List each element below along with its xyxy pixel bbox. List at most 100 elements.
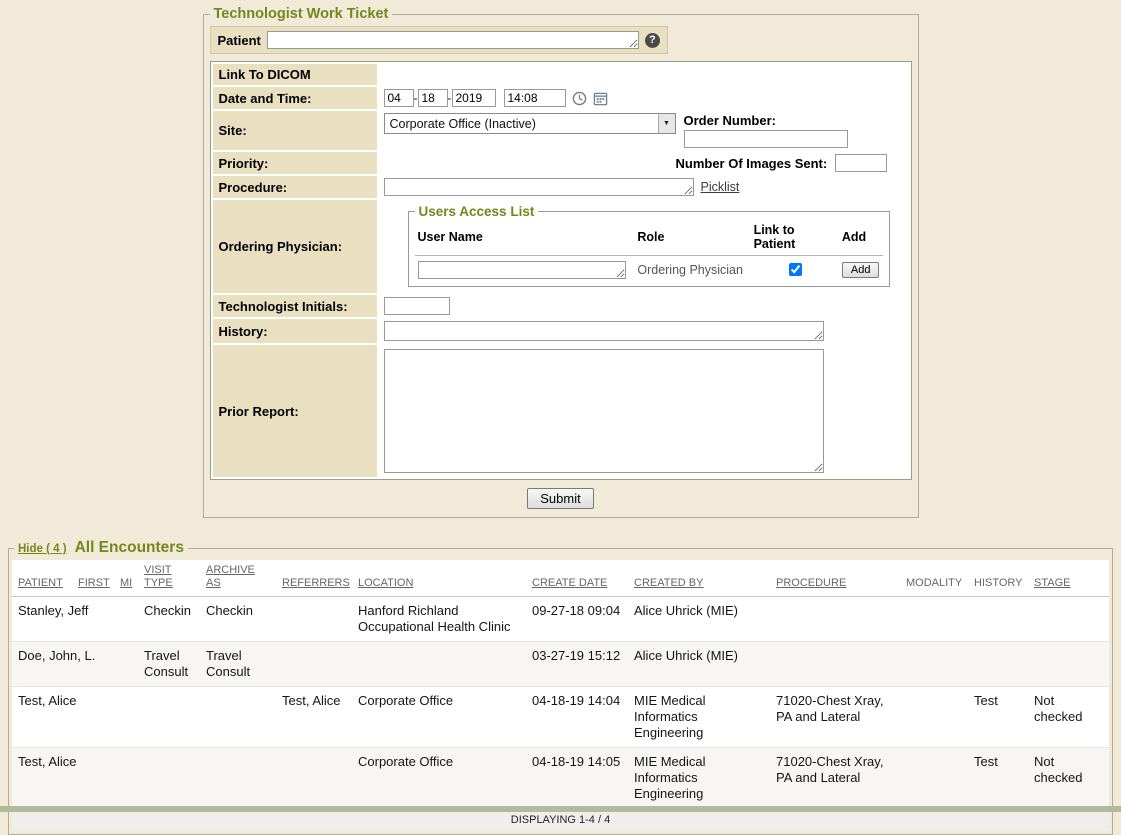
- col-location[interactable]: LOCATION: [352, 560, 526, 597]
- form-title: Technologist Work Ticket: [210, 6, 393, 22]
- cell-visit-type: [138, 748, 200, 809]
- ual-role-value: Ordering Physician: [634, 256, 750, 281]
- link-to-dicom-label: Link To DICOM: [213, 64, 377, 85]
- col-history: HISTORY: [968, 560, 1028, 597]
- technologist-initials-input[interactable]: [384, 297, 450, 315]
- order-number-label: Order Number:: [684, 113, 848, 128]
- time-input[interactable]: [504, 89, 566, 107]
- row-technologist-initials: Technologist Initials:: [213, 295, 909, 317]
- history-label: History:: [213, 319, 377, 343]
- date-year-input[interactable]: [452, 89, 496, 107]
- row-priority: Priority: Number Of Images Sent:: [213, 152, 909, 174]
- cell-procedure: [770, 597, 900, 642]
- ticket-fields: Link To DICOM Date and Time: - -: [210, 61, 912, 480]
- col-archive-as[interactable]: ARCHIVE AS: [200, 560, 276, 597]
- procedure-input[interactable]: [384, 178, 694, 196]
- add-button[interactable]: Add: [842, 262, 880, 278]
- cell-modality: [900, 748, 968, 809]
- link-to-patient-checkbox[interactable]: [789, 263, 802, 276]
- picklist-link[interactable]: Picklist: [701, 180, 740, 194]
- dropdown-arrow-icon: ▼: [658, 114, 675, 133]
- clock-icon[interactable]: [572, 91, 587, 106]
- col-referrers[interactable]: REFERRERS: [276, 560, 352, 597]
- cell-first: [72, 748, 114, 809]
- cell-create-date: 09-27-18 09:04: [526, 597, 628, 642]
- ual-header-add: Add: [839, 221, 883, 256]
- procedure-label: Procedure:: [213, 176, 377, 198]
- cell-mi: [114, 642, 138, 687]
- cell-created-by: Alice Uhrick (MIE): [628, 642, 770, 687]
- col-mi[interactable]: MI: [114, 560, 138, 597]
- site-select[interactable]: Corporate Office (Inactive) ▼: [384, 113, 676, 134]
- col-modality: MODALITY: [900, 560, 968, 597]
- date-day-input[interactable]: [418, 89, 448, 107]
- site-label: Site:: [213, 111, 377, 150]
- col-create-date[interactable]: CREATE DATE: [526, 560, 628, 597]
- technologist-initials-label: Technologist Initials:: [213, 295, 377, 317]
- all-encounters-panel: Hide ( 4 ) All Encounters PATIENT FIRST …: [8, 539, 1113, 835]
- cell-patient: Test, Alice: [12, 748, 72, 809]
- priority-label: Priority:: [213, 152, 377, 174]
- row-prior-report: Prior Report:: [213, 345, 909, 477]
- col-visit-type[interactable]: VISIT TYPE: [138, 560, 200, 597]
- encounters-header-row: PATIENT FIRST MI VISIT TYPE ARCHIVE AS R…: [12, 560, 1109, 597]
- cell-procedure: 71020-Chest Xray, PA and Lateral: [770, 687, 900, 748]
- table-row: Test, Alice Test, Alice Corporate Office…: [12, 687, 1109, 748]
- date-month-input[interactable]: [384, 89, 414, 107]
- cell-stage: [1028, 642, 1109, 687]
- submit-button[interactable]: Submit: [527, 488, 593, 509]
- cell-first: [72, 687, 114, 748]
- row-ordering-physician: Ordering Physician: Users Access List Us…: [213, 200, 909, 293]
- all-encounters-title: All Encounters: [75, 539, 184, 557]
- order-number-input[interactable]: [684, 130, 848, 148]
- calendar-icon[interactable]: [593, 91, 608, 106]
- row-procedure: Procedure: Picklist: [213, 176, 909, 198]
- ual-row: Ordering Physician Add: [415, 256, 883, 281]
- page: Technologist Work Ticket Patient ? Link …: [0, 6, 1121, 835]
- cell-patient: Test, Alice: [12, 687, 72, 748]
- user-name-input[interactable]: [418, 261, 626, 279]
- cell-archive-as: Travel Consult: [200, 642, 276, 687]
- order-number-group: Order Number:: [684, 113, 848, 148]
- hide-link[interactable]: Hide ( 4 ): [18, 543, 67, 555]
- cell-modality: [900, 597, 968, 642]
- encounters-table-wrap: PATIENT FIRST MI VISIT TYPE ARCHIVE AS R…: [12, 560, 1109, 831]
- prior-report-label: Prior Report:: [213, 345, 377, 477]
- cell-stage: Not checked: [1028, 687, 1109, 748]
- cell-mi: [114, 687, 138, 748]
- cell-visit-type: [138, 687, 200, 748]
- cell-visit-type: Checkin: [138, 597, 200, 642]
- cell-archive-as: [200, 748, 276, 809]
- patient-bar: Patient ?: [210, 26, 668, 54]
- cell-create-date: 04-18-19 14:05: [526, 748, 628, 809]
- cell-history: [968, 597, 1028, 642]
- site-select-value: Corporate Office (Inactive): [390, 117, 536, 131]
- prior-report-input[interactable]: [384, 349, 824, 473]
- col-patient[interactable]: PATIENT: [12, 560, 72, 597]
- cell-patient: Doe, John, L.: [12, 642, 72, 687]
- cell-history: Test: [968, 748, 1028, 809]
- cell-location: Hanford Richland Occupational Health Cli…: [352, 597, 526, 642]
- cell-referrers: [276, 748, 352, 809]
- cell-location: [352, 642, 526, 687]
- cell-stage: Not checked: [1028, 748, 1109, 809]
- cell-location: Corporate Office: [352, 748, 526, 809]
- patient-label: Patient: [218, 33, 261, 48]
- col-stage[interactable]: STAGE: [1028, 560, 1109, 597]
- row-history: History:: [213, 319, 909, 343]
- patient-input[interactable]: [267, 31, 639, 49]
- help-icon[interactable]: ?: [645, 33, 660, 48]
- cell-mi: [114, 748, 138, 809]
- table-row: Test, Alice Corporate Office 04-18-19 14…: [12, 748, 1109, 809]
- cell-referrers: [276, 597, 352, 642]
- cell-referrers: Test, Alice: [276, 687, 352, 748]
- all-encounters-legend: Hide ( 4 ) All Encounters: [14, 539, 188, 557]
- encounters-table: PATIENT FIRST MI VISIT TYPE ARCHIVE AS R…: [12, 560, 1109, 831]
- col-created-by[interactable]: CREATED BY: [628, 560, 770, 597]
- history-input[interactable]: [384, 321, 824, 341]
- col-first[interactable]: FIRST: [72, 560, 114, 597]
- images-sent-input[interactable]: [835, 154, 887, 172]
- col-procedure[interactable]: PROCEDURE: [770, 560, 900, 597]
- cell-archive-as: Checkin: [200, 597, 276, 642]
- bottom-frame-border: [0, 806, 1121, 812]
